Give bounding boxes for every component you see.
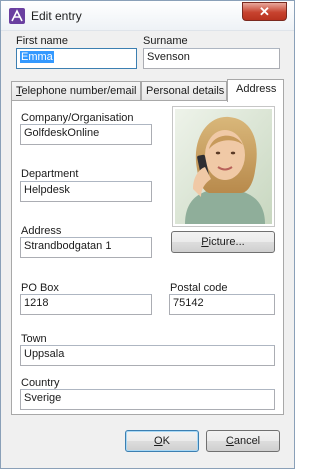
first-name-field[interactable]: Emma <box>16 48 137 69</box>
department-field[interactable]: Helpdesk <box>20 181 152 202</box>
surname-label: Surname <box>143 35 188 47</box>
first-name-value: Emma <box>20 51 54 63</box>
town-value: Uppsala <box>24 348 65 360</box>
first-name-label: First name <box>16 35 68 47</box>
tab-address[interactable]: Address <box>227 79 284 102</box>
company-value: GolfdeskOnline <box>24 127 100 139</box>
title-bar[interactable]: Edit entry ✕ <box>1 1 294 31</box>
tab-personal-details-label: Personal details <box>146 85 225 97</box>
picture-button-label: icture... <box>208 236 245 248</box>
country-field[interactable]: Sverige <box>20 389 275 410</box>
company-label: Company/Organisation <box>21 112 134 124</box>
tab-personal-details[interactable]: Personal details <box>141 81 227 102</box>
town-label: Town <box>21 333 47 345</box>
pobox-field[interactable]: 1218 <box>20 294 152 315</box>
cancel-button-label: ancel <box>233 435 261 447</box>
surname-value: Svenson <box>147 51 190 63</box>
pobox-label: PO Box <box>21 282 59 294</box>
ok-button-label: K <box>162 435 170 447</box>
postal-code-label: Postal code <box>170 282 228 294</box>
company-field[interactable]: GolfdeskOnline <box>20 124 152 145</box>
tab-address-label: Address <box>236 83 277 95</box>
country-value: Sverige <box>24 392 62 404</box>
department-value: Helpdesk <box>24 184 70 196</box>
picture-button[interactable]: Picture... <box>171 231 275 253</box>
ok-button[interactable]: OK <box>125 430 199 452</box>
ok-button-accel: O <box>154 435 163 447</box>
town-field[interactable]: Uppsala <box>20 345 275 366</box>
contact-photo-frame <box>172 106 275 227</box>
tab-telephone-email[interactable]: Telephone number/email <box>11 81 141 102</box>
postal-code-value: 75142 <box>173 297 204 309</box>
edit-entry-dialog: Edit entry ✕ First name Emma Surname Sve… <box>0 0 295 469</box>
close-icon: ✕ <box>259 3 270 19</box>
cancel-button-accel: C <box>225 435 234 447</box>
department-label: Department <box>21 168 79 180</box>
address-field[interactable]: Strandbodgatan 1 <box>20 237 152 258</box>
address-value: Strandbodgatan 1 <box>24 240 112 252</box>
tab-telephone-email-label: elephone number/email <box>21 85 137 97</box>
cancel-button[interactable]: Cancel <box>206 430 280 452</box>
window-title: Edit entry <box>31 9 82 23</box>
surname-field[interactable]: Svenson <box>143 48 280 69</box>
close-button[interactable]: ✕ <box>242 2 287 21</box>
postal-code-field[interactable]: 75142 <box>169 294 275 315</box>
address-label: Address <box>21 225 62 237</box>
picture-button-accel: P <box>201 236 209 248</box>
contact-photo <box>175 109 272 224</box>
pobox-value: 1218 <box>24 297 49 309</box>
app-icon <box>9 8 25 24</box>
country-label: Country <box>21 377 60 389</box>
